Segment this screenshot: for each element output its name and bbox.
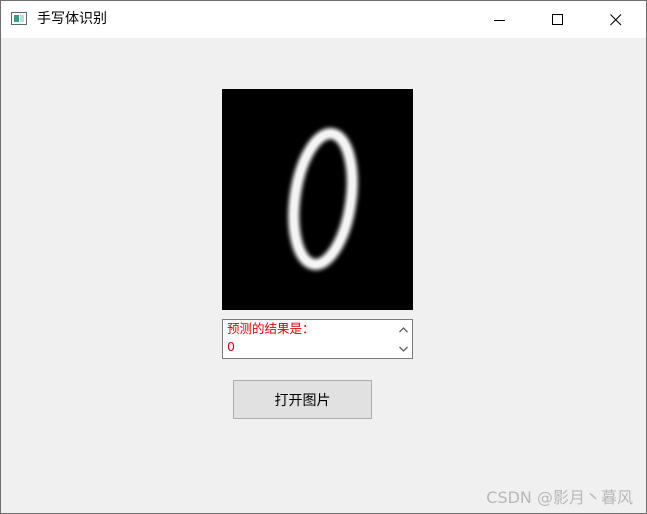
scroll-up-button[interactable] xyxy=(395,321,412,338)
chevron-up-icon xyxy=(399,326,408,332)
title-bar[interactable]: 手写体识别 xyxy=(1,1,646,38)
close-button[interactable] xyxy=(587,1,645,38)
minimize-icon xyxy=(494,19,505,21)
scroll-down-button[interactable] xyxy=(395,340,412,357)
digit-image xyxy=(288,128,358,270)
watermark: CSDN @影月丶暮风 xyxy=(486,488,633,507)
prediction-label: 预测的结果是： xyxy=(227,321,315,336)
minimize-button[interactable] xyxy=(471,1,529,38)
window-title: 手写体识别 xyxy=(37,11,107,27)
maximize-icon xyxy=(552,13,563,25)
chevron-down-icon xyxy=(399,346,408,352)
app-window-icon xyxy=(11,12,27,25)
close-icon xyxy=(610,13,622,25)
open-image-button[interactable]: 打开图片 xyxy=(233,380,372,419)
maximize-button[interactable] xyxy=(529,1,587,38)
image-preview xyxy=(222,89,413,310)
app-window: 手写体识别 预测的结果是： 0 打开图片 xyxy=(0,0,647,514)
prediction-result-textbox[interactable]: 预测的结果是： 0 xyxy=(222,319,413,359)
result-scrollbar[interactable] xyxy=(395,320,412,358)
prediction-value: 0 xyxy=(227,339,235,354)
